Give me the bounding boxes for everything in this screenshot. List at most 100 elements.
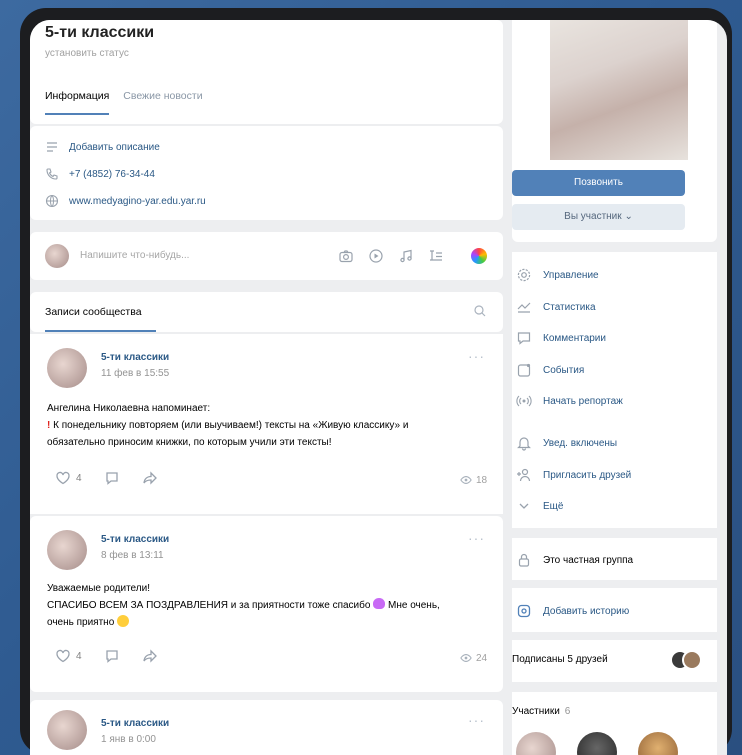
post-text: Ангелина Николаевна напоминает: ! К поне…: [47, 400, 492, 451]
globe-icon: [45, 194, 59, 208]
post-views: 18: [460, 474, 487, 486]
menu-item-label: Комментарии: [543, 332, 606, 344]
group-photo[interactable]: [550, 20, 688, 160]
group-title: 5-ти классики: [45, 24, 155, 41]
post-author-name[interactable]: 5-ти классики: [101, 534, 169, 545]
post-text-line: Ангелина Николаевна напоминает:: [47, 403, 211, 414]
member-avatar[interactable]: [577, 732, 617, 755]
menu-item-comments[interactable]: Комментарии: [516, 330, 606, 346]
add-story-button[interactable]: Добавить историю: [516, 603, 629, 619]
like-count: 4: [76, 472, 82, 484]
post-color-icon[interactable]: [471, 248, 487, 264]
post-actions: 4: [55, 470, 158, 486]
share-button[interactable]: [142, 470, 158, 486]
menu-item-invite[interactable]: Пригласить друзей: [516, 467, 631, 483]
post-date[interactable]: 11 фев в 15:55: [101, 368, 169, 379]
call-button[interactable]: Позвонить: [512, 170, 685, 196]
search-icon[interactable]: [473, 304, 487, 318]
post-text-line-2: ! К понедельнику повторяем (или выучивае…: [47, 417, 492, 434]
music-icon[interactable]: [398, 248, 414, 264]
menu-item-events[interactable]: События: [516, 362, 584, 378]
post-card: 5-ти классики 11 фев в 15:55 ··· Ангелин…: [30, 334, 503, 514]
post-date[interactable]: 1 янв в 0:00: [101, 734, 156, 745]
post-card: 5-ти классики 1 янв в 0:00 ···: [30, 700, 503, 755]
post-author-avatar[interactable]: [47, 710, 87, 750]
screen: 5-ти классики установить статус Информац…: [30, 20, 727, 755]
camera-icon[interactable]: [338, 248, 354, 264]
friends-subscribed[interactable]: Подписаны 5 друзей: [512, 654, 608, 665]
more-options-icon[interactable]: ···: [468, 348, 485, 364]
menu-item-more[interactable]: Ещё: [516, 498, 563, 514]
post-text-line: К понедельнику повторяем (или выучиваем!…: [53, 420, 409, 431]
member-avatar[interactable]: [516, 732, 556, 755]
tab-information[interactable]: Информация: [45, 90, 110, 115]
composer-attachments: [338, 248, 444, 264]
exclamation-emoji: !: [47, 420, 51, 431]
set-status-link[interactable]: установить статус: [45, 48, 129, 59]
comment-button[interactable]: [104, 470, 120, 486]
members-header[interactable]: Участники 6: [512, 706, 570, 717]
menu-item-broadcast[interactable]: Начать репортаж: [516, 393, 623, 409]
chevron-down-icon: ⌄: [624, 211, 633, 222]
post-author-avatar[interactable]: [47, 348, 87, 388]
like-button[interactable]: 4: [55, 648, 82, 664]
menu-item-label: Ещё: [543, 500, 564, 512]
post-actions: 4: [55, 648, 158, 664]
eye-icon: [460, 654, 472, 662]
post-text-line-2: СПАСИБО ВСЕМ ЗА ПОЗДРАВЛЕНИЯ и за приятн…: [47, 597, 492, 614]
menu-item-manage[interactable]: Управление: [516, 267, 599, 283]
friends-section[interactable]: Подписаны 5 друзей: [512, 640, 717, 682]
post-text-line: обязательно приносим книжки, по которым …: [47, 437, 332, 448]
composer-avatar: [45, 244, 69, 268]
video-icon[interactable]: [368, 248, 384, 264]
members-label: Участники: [512, 706, 560, 717]
post-text: Уважаемые родители! СПАСИБО ВСЕМ ЗА ПОЗД…: [47, 580, 492, 631]
comment-icon: [517, 332, 531, 345]
menu-item-label: Пригласить друзей: [543, 469, 632, 481]
post-author-name[interactable]: 5-ти классики: [101, 352, 169, 363]
website-row[interactable]: www.medyagino-yar.edu.yar.ru: [45, 194, 206, 208]
add-user-icon: [517, 468, 531, 482]
gear-icon: [517, 268, 531, 282]
post-date[interactable]: 8 фев в 13:11: [101, 550, 164, 561]
more-options-icon[interactable]: ···: [468, 530, 485, 546]
tab-latest-news[interactable]: Свежие новости: [123, 90, 202, 115]
website-link[interactable]: www.medyagino-yar.edu.yar.ru: [69, 196, 206, 207]
phone-icon: [46, 168, 58, 180]
heart-icon: [56, 471, 70, 485]
tab-underline: [45, 330, 156, 332]
menu-item-label: Статистика: [543, 301, 596, 313]
post-author-avatar[interactable]: [47, 530, 87, 570]
article-icon[interactable]: [428, 248, 444, 264]
menu-item-label: События: [543, 364, 585, 376]
chevron-down-icon: [519, 503, 529, 509]
heart-icon: [56, 649, 70, 663]
post-composer: Напишите что-нибудь...: [30, 232, 503, 280]
like-count: 4: [76, 650, 82, 662]
add-description-row[interactable]: Добавить описание: [45, 140, 160, 154]
post-text-line-3: очень приятно: [47, 614, 492, 631]
member-avatar[interactable]: [638, 732, 678, 755]
menu-item-stats[interactable]: Статистика: [516, 299, 596, 315]
composer-input[interactable]: Напишите что-нибудь...: [80, 250, 189, 261]
comment-button[interactable]: [104, 648, 120, 664]
menu-item-notifications[interactable]: Увед. включены: [516, 435, 617, 451]
views-count: 18: [476, 474, 488, 486]
post-author-name[interactable]: 5-ти классики: [101, 718, 169, 729]
post-views: 24: [460, 652, 487, 664]
event-icon: [517, 363, 531, 377]
phone-row[interactable]: +7 (4852) 76-34-44: [45, 167, 155, 181]
purple-heart-emoji: [373, 598, 386, 609]
friends-subscribed-label: Подписаны 5 друзей: [512, 654, 608, 665]
community-posts-tab[interactable]: Записи сообщества: [45, 306, 142, 330]
member-dropdown-button[interactable]: Вы участник ⌄: [512, 204, 685, 230]
share-icon: [142, 471, 157, 485]
more-options-icon[interactable]: ···: [468, 712, 485, 728]
like-button[interactable]: 4: [55, 470, 82, 486]
add-story-label: Добавить историю: [543, 605, 630, 617]
menu-item-label: Начать репортаж: [543, 395, 623, 407]
share-button[interactable]: [142, 648, 158, 664]
members-count: 6: [564, 706, 571, 717]
add-description-link[interactable]: Добавить описание: [69, 142, 160, 153]
phone-number[interactable]: +7 (4852) 76-34-44: [69, 169, 155, 180]
